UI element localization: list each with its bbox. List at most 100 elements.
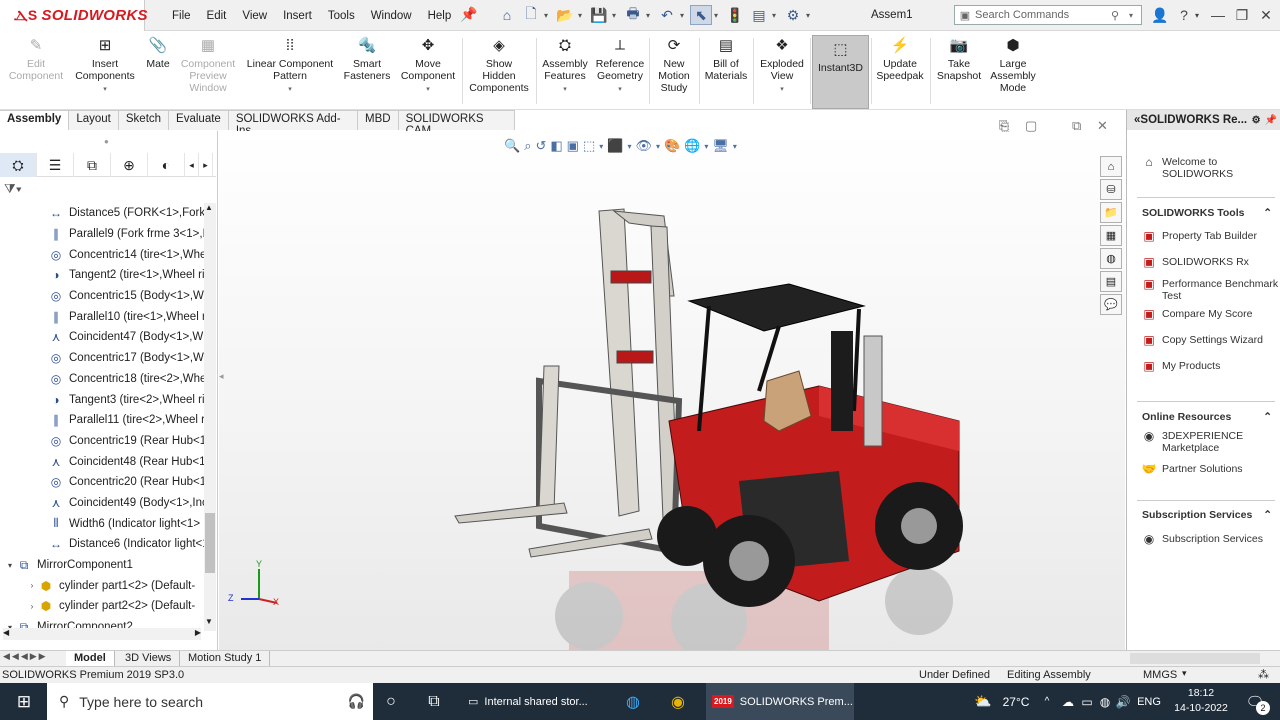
tab-mbd[interactable]: MBD <box>358 110 399 130</box>
tree-item[interactable]: ▾ ⧉ MirrorComponent1 <box>0 555 204 576</box>
tool-link[interactable]: ▣ Copy Settings Wizard <box>1140 334 1280 350</box>
design-library-icon[interactable]: ⛁ <box>1100 179 1122 200</box>
subscription-services-link[interactable]: ◉ Subscription Services <box>1140 533 1280 549</box>
tab-model[interactable]: Model <box>66 651 115 667</box>
filter-icon[interactable]: ⧩▾ <box>4 181 22 197</box>
edit-component-button[interactable]: ✎ Edit Component <box>5 36 67 106</box>
instant3d-button[interactable]: ⬚ Instant3D <box>812 35 869 109</box>
tool-link[interactable]: ▣ Property Tab Builder <box>1140 230 1280 246</box>
menu-help[interactable]: Help <box>420 10 460 22</box>
tab-sketch[interactable]: Sketch <box>118 110 170 130</box>
view-palette-icon[interactable]: ▦ <box>1100 225 1122 246</box>
units-dropdown-icon[interactable]: ▾ <box>1182 668 1187 679</box>
tab-motion-study-1[interactable]: Motion Study 1 <box>180 651 271 667</box>
open-dropdown-icon[interactable]: ▾ <box>578 11 586 20</box>
move-dropdown-icon[interactable]: ▾ <box>426 84 430 96</box>
partner-solutions-link[interactable]: 🤝 Partner Solutions <box>1140 463 1280 479</box>
viewport-tile-windows-icon[interactable]: ⧉ <box>1072 118 1081 134</box>
panel-drag-handle-icon[interactable]: ● <box>104 137 109 146</box>
panel-collapse-handle-icon[interactable]: ◂ <box>219 371 224 382</box>
search-icon[interactable]: ⚲ <box>1111 9 1129 22</box>
tree-item[interactable]: ◎ Concentric18 (tire<2>,Whe <box>0 369 204 390</box>
language-indicator[interactable]: ENG <box>1136 683 1162 720</box>
tool-link[interactable]: ▣ Performance Benchmark Test <box>1140 278 1280 302</box>
forum-icon[interactable]: 💬 <box>1100 294 1122 315</box>
tree-item[interactable]: ∥ Parallel9 (Fork frme 3<1>,F <box>0 224 204 245</box>
new-dropdown-icon[interactable]: ▾ <box>544 11 552 20</box>
mate-button[interactable]: 📎 Mate <box>142 36 174 106</box>
quick-tips-icon[interactable]: ⁂ <box>1258 668 1269 681</box>
system-clock[interactable]: 18:12 14-10-2022 <box>1170 686 1232 716</box>
search-dropdown-icon[interactable]: ▾ <box>1129 11 1141 20</box>
menu-window[interactable]: Window <box>363 10 420 22</box>
tool-link[interactable]: ▣ Compare My Score <box>1140 308 1280 324</box>
unit-system-selector[interactable]: MMGS <box>1143 669 1177 681</box>
reference-geometry-dropdown-icon[interactable]: ▾ <box>618 84 622 96</box>
battery-icon[interactable]: ▭ <box>1079 683 1095 720</box>
tab-cam[interactable]: SOLIDWORKS CAM <box>398 110 515 137</box>
large-assembly-mode-button[interactable]: ⬢ Large Assembly Mode <box>988 36 1038 106</box>
take-snapshot-button[interactable]: 📷 Take Snapshot <box>932 36 986 106</box>
tree-item[interactable]: ◑ Tangent3 (tire<2>,Wheel ri <box>0 389 204 410</box>
file-properties-icon[interactable]: ▤ <box>748 5 770 25</box>
viewport-close-icon[interactable]: ✕ <box>1097 118 1108 134</box>
assembly-features-button[interactable]: ⛭ Assembly Features ▾ <box>539 36 591 106</box>
tree-item[interactable]: ◎ Concentric15 (Body<1>,Wl <box>0 286 204 307</box>
subscription-services-header[interactable]: Subscription Services ⌃ <box>1142 509 1272 525</box>
panel-pin-icon[interactable]: 📌 <box>1261 115 1280 126</box>
menu-view[interactable]: View <box>234 10 275 22</box>
welcome-link[interactable]: ⌂ Welcome to SOLIDWORKS <box>1140 156 1270 180</box>
appearances-icon[interactable]: ◍ <box>1100 248 1122 269</box>
smart-fasteners-button[interactable]: 🔩 Smart Fasteners <box>340 36 394 106</box>
undo-dropdown-icon[interactable]: ▾ <box>680 11 688 20</box>
shared-storage-window[interactable]: ▭ Internal shared stor... <box>462 683 610 720</box>
collapse-arrow-icon[interactable]: ▾ <box>4 561 16 570</box>
hidden-icons-chevron-icon[interactable]: ^ <box>1040 683 1054 720</box>
tree-item[interactable]: ⋏ Coincident49 (Body<1>,Inc <box>0 493 204 514</box>
help-dropdown-icon[interactable]: ▾ <box>1190 2 1204 28</box>
pin-icon[interactable]: 📌 <box>460 6 477 23</box>
collapse-subs-icon[interactable]: ⌃ <box>1263 509 1272 525</box>
tool-link[interactable]: ▣ SOLIDWORKS Rx <box>1140 256 1280 272</box>
feature-manager-tab-icon[interactable]: ⛭ <box>0 153 37 177</box>
expand-arrow-icon[interactable]: › <box>26 581 38 590</box>
solidworks-resources-home-icon[interactable]: ⌂ <box>1100 156 1122 177</box>
scrollbar-thumb[interactable] <box>205 513 215 573</box>
weather-icon[interactable]: ⛅ <box>970 683 996 720</box>
onedrive-icon[interactable]: ☁ <box>1060 683 1076 720</box>
linear-component-pattern-button[interactable]: ⁞⁞ Linear Component Pattern ▾ <box>243 36 337 106</box>
tree-item[interactable]: ◎ Concentric14 (tire<1>,Whe <box>0 244 204 265</box>
tree-item[interactable]: ↔ Distance5 (FORK<1>,Fork f <box>0 203 204 224</box>
tree-item[interactable]: ◎ Concentric17 (Body<1>,Wl <box>0 348 204 369</box>
scroll-right-icon[interactable]: ▶ <box>195 628 201 640</box>
cortana-icon[interactable]: ○ <box>378 683 404 720</box>
tab-3d-views[interactable]: 3D Views <box>117 651 181 667</box>
tree-item[interactable]: ⫴ Width6 (Indicator light<1> <box>0 513 204 534</box>
solidworks-logo[interactable]: ⲆS SOLIDWORKS <box>0 0 148 31</box>
collapse-tools-icon[interactable]: ⌃ <box>1263 207 1272 223</box>
print-icon[interactable]: 🖶 <box>622 5 644 25</box>
component-preview-window-button[interactable]: ▦ Component Preview Window <box>176 36 240 106</box>
save-dropdown-icon[interactable]: ▾ <box>612 11 620 20</box>
graphics-area[interactable]: ⎗ 🔍 ⌕ ↺ ◧ ▣ ⬚ ▾ ⬛ ▾ 👁 ▾ 🎨 🌐 ▾ 🖥 ▾ Y Z X … <box>219 118 1125 650</box>
file-explorer-icon[interactable]: 📁 <box>1100 202 1122 223</box>
tab-addins[interactable]: SOLIDWORKS Add-Ins <box>228 110 359 137</box>
search-commands-field[interactable]: ▣ Search Commands ⚲ ▾ <box>954 5 1142 25</box>
tab-assembly[interactable]: Assembly <box>0 110 70 130</box>
tab-evaluate[interactable]: Evaluate <box>169 110 229 130</box>
new-document-icon[interactable]: 🗋 <box>520 5 542 25</box>
forklift-3d-model[interactable] <box>219 131 1125 650</box>
collapse-online-icon[interactable]: ⌃ <box>1263 411 1272 427</box>
tools-section-header[interactable]: SOLIDWORKS Tools ⌃ <box>1142 207 1272 223</box>
update-speedpak-button[interactable]: ⚡ Update Speedpak <box>873 36 927 106</box>
tree-item[interactable]: ◎ Concentric20 (Rear Hub<1: <box>0 472 204 493</box>
tree-item[interactable]: › ⬢ cylinder part2<2> (Default- <box>0 596 204 617</box>
panel-settings-icon[interactable]: ⚙ <box>1252 115 1261 126</box>
pattern-dropdown-icon[interactable]: ▾ <box>288 84 292 96</box>
tool-link[interactable]: ▣ My Products <box>1140 360 1280 376</box>
tree-item[interactable]: ◎ Concentric19 (Rear Hub<1: <box>0 431 204 452</box>
expand-arrow-icon[interactable]: › <box>26 602 38 611</box>
tab-layout[interactable]: Layout <box>69 110 119 130</box>
new-motion-study-button[interactable]: ⟳ New Motion Study <box>652 36 696 106</box>
menu-insert[interactable]: Insert <box>275 10 320 22</box>
